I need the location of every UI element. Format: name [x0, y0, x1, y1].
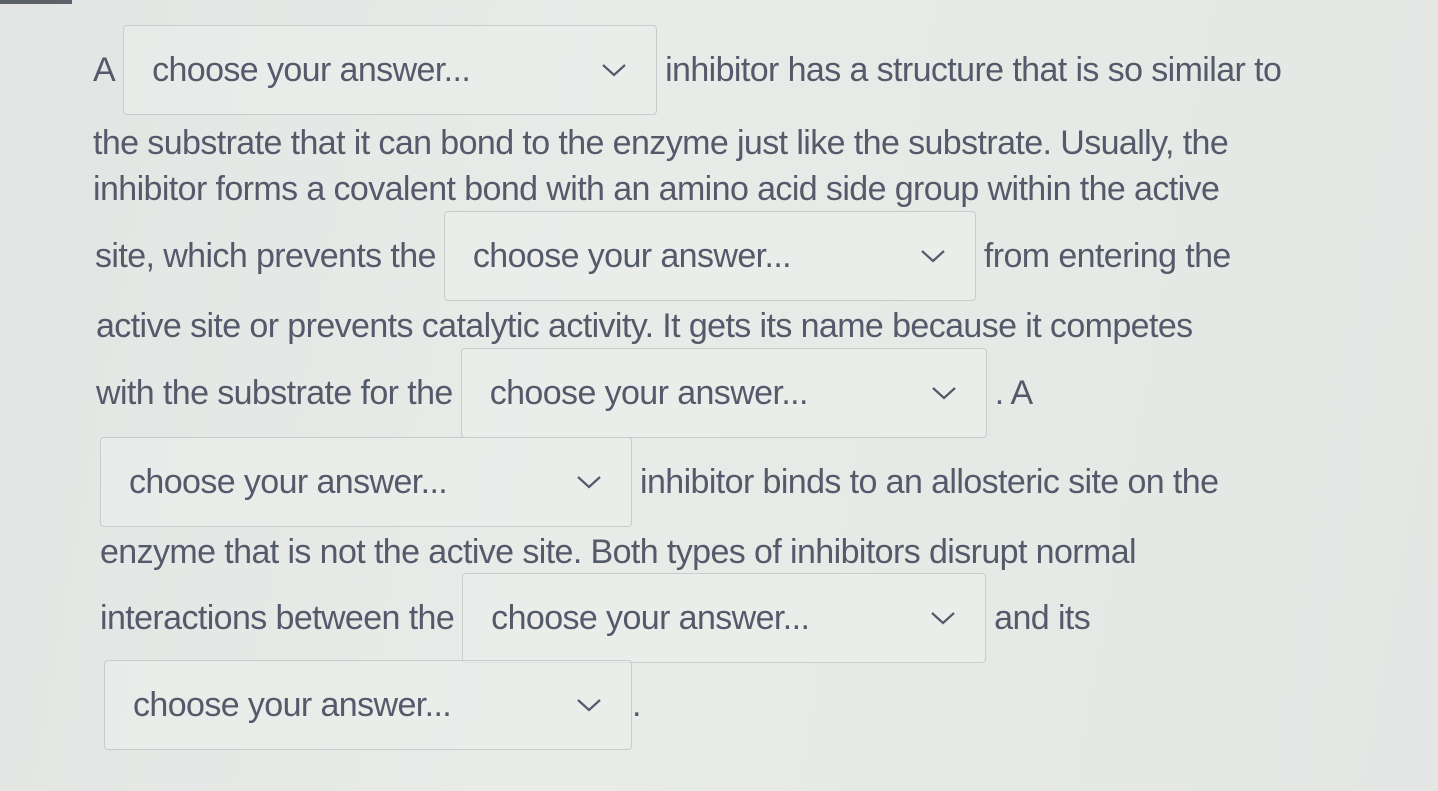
chevron-down-icon	[575, 696, 603, 714]
question-text: .	[632, 686, 641, 724]
question-line-2: the substrate that it can bond to the en…	[93, 123, 1229, 163]
dropdown-placeholder: choose your answer...	[472, 237, 792, 275]
question-text: the substrate that it can bond to the en…	[93, 124, 1229, 162]
dropdown-placeholder: choose your answer...	[129, 463, 448, 501]
answer-dropdown-3[interactable]: choose your answer...	[460, 348, 987, 438]
chevron-down-icon	[930, 384, 958, 402]
dropdown-placeholder: choose your answer...	[489, 374, 809, 412]
answer-dropdown-6[interactable]: choose your answer...	[104, 660, 632, 750]
dropdown-placeholder: choose your answer...	[491, 599, 810, 637]
dropdown-placeholder: choose your answer...	[152, 51, 471, 89]
question-text: . A	[994, 374, 1034, 412]
dropdown-placeholder: choose your answer...	[133, 686, 452, 724]
question-line-8: enzyme that is not the active site. Both…	[100, 532, 1137, 572]
question-text: site, which prevents the	[95, 237, 436, 275]
question-text: enzyme that is not the active site. Both…	[100, 533, 1137, 571]
question-line-5: active site or prevents catalytic activi…	[96, 306, 1193, 346]
question-text: with the substrate for the	[96, 374, 453, 412]
answer-dropdown-2[interactable]: choose your answer...	[443, 211, 976, 301]
question-text: inhibitor binds to an allosteric site on…	[640, 463, 1219, 501]
chevron-down-icon	[929, 609, 957, 627]
question-text: from entering the	[983, 237, 1231, 275]
answer-dropdown-1[interactable]: choose your answer...	[123, 25, 658, 115]
question-line-9: interactions between the choose your ans…	[100, 573, 1091, 663]
question-text: inhibitor has a structure that is so sim…	[665, 51, 1282, 89]
question-line-10: choose your answer... .	[96, 660, 641, 750]
question-line-1: A choose your answer... inhibitor has a …	[93, 25, 1282, 115]
answer-dropdown-5[interactable]: choose your answer...	[462, 573, 987, 663]
question-line-7: choose your answer... inhibitor binds to…	[92, 437, 1219, 527]
chevron-down-icon	[575, 473, 603, 491]
question-text: and its	[994, 599, 1091, 637]
question-text: active site or prevents catalytic activi…	[96, 307, 1193, 345]
question-text: inhibitor forms a covalent bond with an …	[93, 170, 1220, 208]
chevron-down-icon	[919, 247, 947, 265]
fill-in-blank-question: A choose your answer... inhibitor has a …	[0, 0, 1438, 791]
question-line-4: site, which prevents the choose your ans…	[95, 211, 1231, 301]
chevron-down-icon	[600, 61, 628, 79]
question-line-3: inhibitor forms a covalent bond with an …	[93, 169, 1220, 209]
question-line-6: with the substrate for the choose your a…	[96, 348, 1033, 438]
question-text: interactions between the	[100, 599, 455, 637]
answer-dropdown-4[interactable]: choose your answer...	[100, 437, 632, 527]
question-text: A	[93, 51, 116, 89]
